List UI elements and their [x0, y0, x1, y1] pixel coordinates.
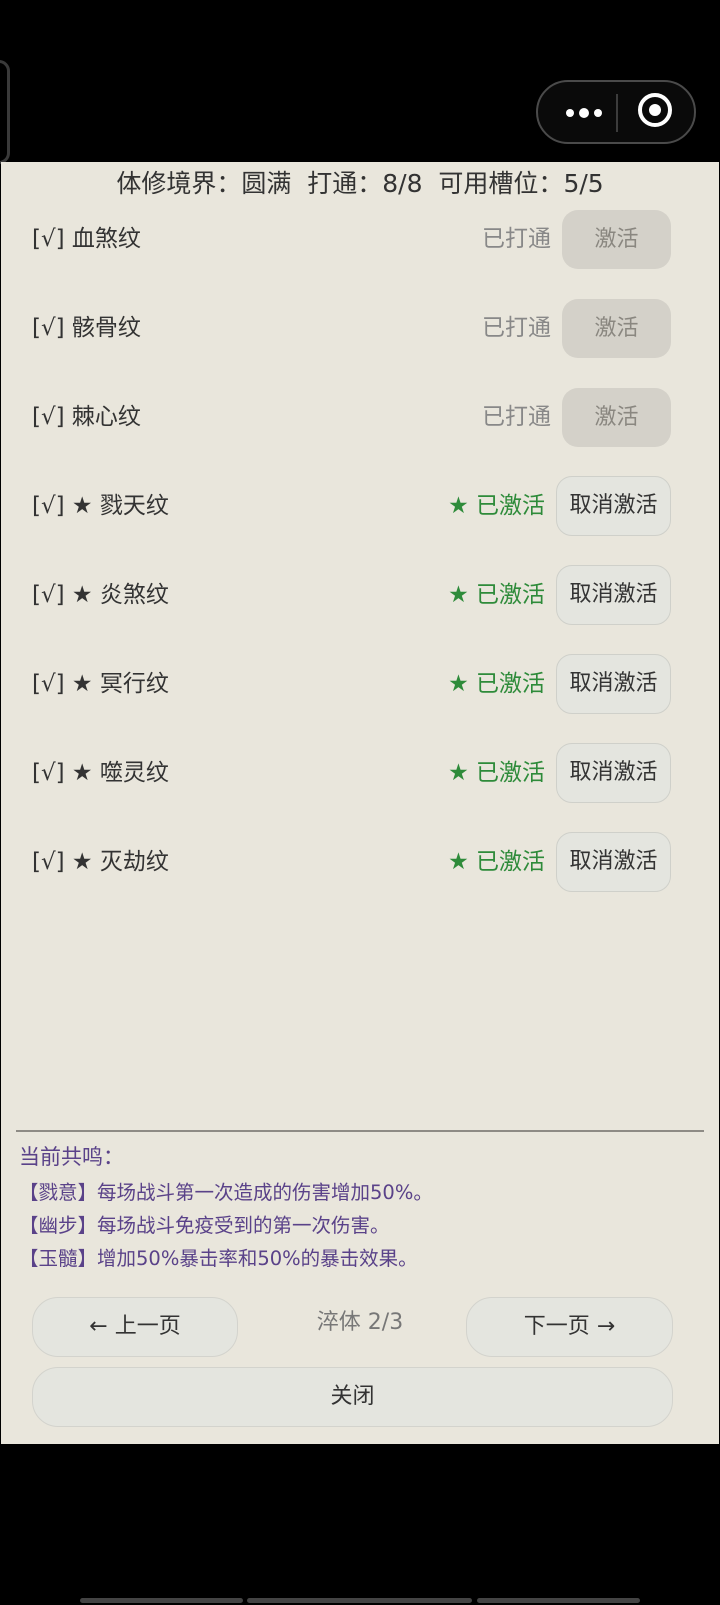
prev-page-button[interactable]: ← 上一页: [32, 1297, 238, 1357]
progress-label: 打通：: [307, 169, 383, 198]
capsule-divider: [616, 94, 618, 132]
meridian-row: [√] 血煞纹 已打通 激活: [1, 207, 719, 271]
meridian-status-active: ★ 已激活: [448, 582, 545, 608]
gesture-bar-center: [247, 1598, 472, 1603]
resonance-line: 【戮意】每场战斗第一次造成的伤害增加50%。: [19, 1181, 433, 1204]
realm-label: 体修境界：: [116, 169, 242, 198]
gesture-bar-left: [80, 1598, 243, 1603]
deactivate-button[interactable]: 取消激活: [556, 565, 671, 625]
meridian-row: [√] ★ 噬灵纹 ★ 已激活 取消激活: [1, 741, 719, 805]
close-button[interactable]: 关闭: [32, 1367, 673, 1427]
more-menu-icon[interactable]: [556, 82, 614, 142]
realm-value: 圆满: [241, 169, 292, 198]
meridian-name: [√] 血煞纹: [32, 226, 141, 252]
resonance-line: 【玉髓】增加50%暴击率和50%的暴击效果。: [19, 1247, 418, 1270]
section-divider: [16, 1130, 704, 1132]
meridian-name: [√] ★ 冥行纹: [32, 671, 169, 697]
meridian-row: [√] 棘心纹 已打通 激活: [1, 385, 719, 449]
realm-header: 体修境界：圆满 打通：8/8 可用槽位：5/5: [1, 164, 719, 204]
page-indicator: 淬体 2/3: [316, 1310, 404, 1335]
meridian-name: [√] ★ 炎煞纹: [32, 582, 169, 608]
meridian-row: [√] 骸骨纹 已打通 激活: [1, 296, 719, 360]
close-miniprogram-icon[interactable]: [638, 93, 672, 127]
resonance-title: 当前共鸣：: [19, 1145, 124, 1169]
meridian-name: [√] ★ 噬灵纹: [32, 760, 169, 786]
deactivate-button[interactable]: 取消激活: [556, 476, 671, 536]
meridian-row: [√] ★ 炎煞纹 ★ 已激活 取消激活: [1, 563, 719, 627]
meridian-name: [√] ★ 灭劫纹: [32, 849, 169, 875]
deactivate-button[interactable]: 取消激活: [556, 654, 671, 714]
meridian-name: [√] 棘心纹: [32, 404, 141, 430]
meridian-panel: 体修境界：圆满 打通：8/8 可用槽位：5/5 [√] 血煞纹 已打通 激活 […: [1, 162, 719, 1444]
gesture-bar-right: [477, 1598, 640, 1603]
meridian-status-active: ★ 已激活: [448, 760, 545, 786]
progress-value: 8/8: [382, 169, 423, 198]
slots-label: 可用槽位：: [438, 169, 564, 198]
meridian-row: [√] ★ 冥行纹 ★ 已激活 取消激活: [1, 652, 719, 716]
activate-button[interactable]: 激活: [562, 210, 671, 269]
deactivate-button[interactable]: 取消激活: [556, 743, 671, 803]
meridian-status: 已打通: [482, 315, 551, 341]
slots-value: 5/5: [563, 169, 604, 198]
meridian-status-active: ★ 已激活: [448, 849, 545, 875]
meridian-status-active: ★ 已激活: [448, 671, 545, 697]
meridian-name: [√] 骸骨纹: [32, 315, 141, 341]
meridian-name: [√] ★ 戮天纹: [32, 493, 169, 519]
meridian-row: [√] ★ 戮天纹 ★ 已激活 取消激活: [1, 474, 719, 538]
activate-button[interactable]: 激活: [562, 299, 671, 358]
next-page-button[interactable]: 下一页 →: [466, 1297, 673, 1357]
miniprogram-capsule: [536, 80, 696, 144]
activate-button[interactable]: 激活: [562, 388, 671, 447]
meridian-row: [√] ★ 灭劫纹 ★ 已激活 取消激活: [1, 830, 719, 894]
side-edge-handle: [0, 60, 10, 164]
meridian-status: 已打通: [482, 404, 551, 430]
resonance-line: 【幽步】每场战斗免疫受到的第一次伤害。: [19, 1214, 390, 1237]
meridian-status: 已打通: [482, 226, 551, 252]
deactivate-button[interactable]: 取消激活: [556, 832, 671, 892]
meridian-status-active: ★ 已激活: [448, 493, 545, 519]
